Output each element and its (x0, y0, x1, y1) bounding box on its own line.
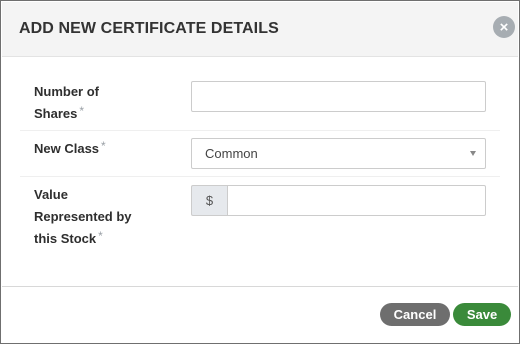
class-label-text: New Class (34, 141, 100, 156)
certificate-modal: ADD NEW CERTIFICATE DETAILS × Number of … (0, 0, 520, 344)
modal-title: ADD NEW CERTIFICATE DETAILS (19, 20, 279, 37)
shares-label: Number of Shares * (34, 81, 99, 125)
required-marker: * (101, 139, 106, 153)
new-class-select[interactable]: Common (191, 138, 486, 169)
number-of-shares-input[interactable] (191, 81, 486, 112)
value-label-line3: this Stock (34, 231, 97, 246)
save-button[interactable]: Save (453, 303, 511, 326)
chevron-down-icon (470, 151, 476, 156)
class-label: New Class * (34, 138, 106, 160)
shares-label-line2: Shares (34, 106, 78, 121)
required-marker: * (79, 104, 85, 118)
shares-label-line1: Number of (34, 84, 99, 99)
value-label: Value Represented by this Stock * (34, 184, 132, 250)
cancel-button[interactable]: Cancel (380, 303, 450, 326)
value-label-line1: Value (34, 187, 68, 202)
value-label-line2: Represented by (34, 209, 132, 224)
row-divider (20, 176, 500, 177)
row-divider (20, 130, 500, 131)
close-icon[interactable]: × (493, 16, 515, 38)
modal-header: ADD NEW CERTIFICATE DETAILS (2, 2, 518, 57)
stock-value-input[interactable] (227, 185, 486, 216)
footer-divider (2, 286, 518, 287)
required-marker: * (98, 229, 103, 243)
currency-prefix: $ (191, 185, 227, 216)
new-class-selected-value: Common (205, 146, 258, 161)
